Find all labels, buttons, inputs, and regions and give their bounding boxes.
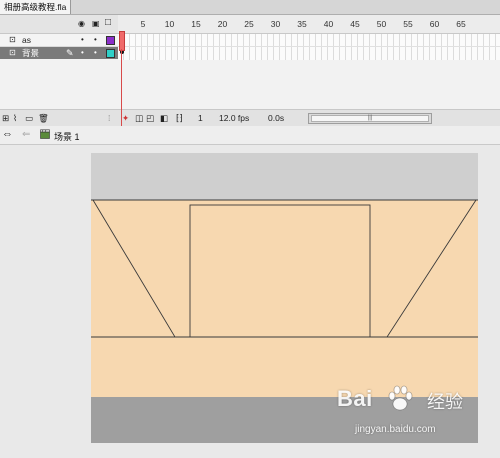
layer-icon: ⊡ <box>9 48 16 57</box>
frame-rate[interactable]: 12.0 fps <box>219 113 249 123</box>
frame-tick-label: 5 <box>140 19 146 29</box>
scroll-to-playhead-icon[interactable]: ⁞ <box>108 113 110 123</box>
frame-tick-label: 50 <box>376 19 387 29</box>
baidu-watermark: Bai 经验 jingyan.baidu.com <box>335 378 500 458</box>
frame-tick-label: 60 <box>429 19 440 29</box>
layer-row-background[interactable]: ⊡ 背景 ✎ • • <box>0 47 118 59</box>
playhead[interactable] <box>119 31 125 51</box>
lock-all-icon[interactable]: ▣ <box>92 19 100 28</box>
outline-color-swatch[interactable] <box>106 36 115 45</box>
visibility-dot[interactable]: • <box>81 34 84 46</box>
elapsed-time: 0.0s <box>268 113 285 123</box>
layer-header: ◉ ▣ □ <box>0 15 118 34</box>
document-tab-bar: 相册高级教程.fla <box>0 0 500 15</box>
frame-tick-label: 40 <box>323 19 334 29</box>
paw-logo-icon <box>388 385 413 411</box>
scrollbar-thumb[interactable]: ||| <box>311 115 429 122</box>
frame-tick-label: 15 <box>191 19 201 29</box>
frame-row-separator <box>118 46 500 47</box>
delete-layer-icon[interactable]: 🗑 <box>38 113 49 124</box>
timeline-toggle-icon[interactable]: ⇔ <box>2 128 13 140</box>
frame-tick-label: 30 <box>270 19 281 29</box>
layer-icon: ⊡ <box>9 35 16 44</box>
layer-name: as <box>22 35 31 45</box>
frame-tick-label: 10 <box>164 19 175 29</box>
timeline-horizontal-scrollbar[interactable]: ||| <box>308 113 432 124</box>
frame-tick-label: 35 <box>297 19 307 29</box>
new-folder-icon[interactable]: ▭ <box>25 113 33 124</box>
lock-dot[interactable]: • <box>94 47 97 59</box>
new-motion-guide-icon[interactable]: ⌇ <box>13 113 17 124</box>
timeline-footer: ⊞ ⌇ ▭ 🗑 ⁞ ✦ ◫ ◰ ◧ ⁅⁆ 1 12.0 fps 0.0s ||| <box>0 109 500 126</box>
frame-tick-label: 20 <box>217 19 228 29</box>
timeline-panel: ◉ ▣ □ 5 10 15 20 25 30 35 40 45 50 55 60 65 ⊡ as • •… <box>0 15 500 127</box>
back-arrow-icon[interactable]: ⇐ <box>22 129 30 140</box>
stage-background-rect[interactable] <box>91 200 478 397</box>
onion-skin-outlines-icon[interactable]: ◰ <box>146 113 154 124</box>
onion-skin-icon[interactable]: ◫ <box>135 113 143 124</box>
scene-label[interactable]: 场景 1 <box>54 130 80 143</box>
watermark-url: jingyan.baidu.com <box>355 424 436 435</box>
frame-ruler[interactable]: 5 10 15 20 25 30 35 40 45 50 55 60 65 <box>118 15 500 34</box>
lock-dot[interactable]: • <box>94 34 97 46</box>
outline-color-swatch[interactable] <box>106 49 115 58</box>
frame-tick-label: 25 <box>244 19 254 29</box>
show-hide-all-icon[interactable]: ◉ <box>78 19 85 28</box>
document-tab[interactable]: 相册高级教程.fla <box>0 0 72 14</box>
watermark-brand: Bai <box>337 386 373 411</box>
frame-tick-label: 55 <box>403 19 413 29</box>
stage-top-band[interactable] <box>91 153 478 200</box>
edit-multiple-frames-icon[interactable]: ◧ <box>160 113 168 124</box>
document-tab-title: 相册高级教程.fla <box>4 2 67 12</box>
new-layer-icon[interactable]: ⊞ <box>2 113 9 124</box>
layer-row-as[interactable]: ⊡ as • • <box>0 34 118 47</box>
visibility-dot[interactable]: • <box>81 47 84 59</box>
frame-grid[interactable] <box>118 34 500 60</box>
modify-onion-markers-icon[interactable]: ⁅⁆ <box>176 113 183 124</box>
current-frame[interactable]: 1 <box>198 113 203 123</box>
playhead-line <box>121 49 122 127</box>
center-frame-icon[interactable]: ✦ <box>122 113 129 124</box>
watermark-suffix: 经验 <box>427 392 463 412</box>
frame-tick-label: 65 <box>456 19 466 29</box>
layer-name: 背景 <box>22 48 40 58</box>
frame-tick-label: 45 <box>350 19 360 29</box>
pencil-icon: ✎ <box>66 48 74 58</box>
outline-all-icon[interactable]: □ <box>105 18 111 28</box>
scene-clapper-icon <box>40 129 50 139</box>
edit-bar: ⇔ ⇐ 场景 1 <box>0 126 500 145</box>
